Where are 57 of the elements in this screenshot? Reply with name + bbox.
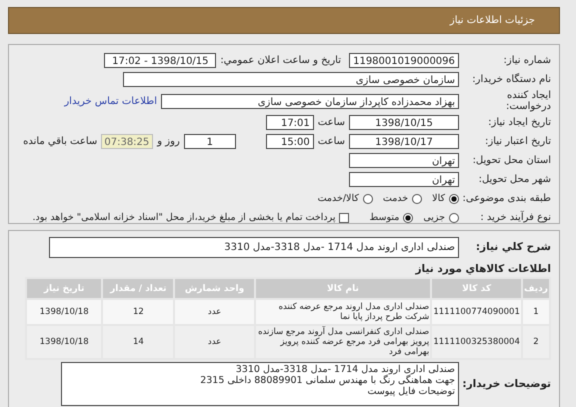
table-cell: 1111100774090001 (432, 300, 522, 324)
field-label: روز و (157, 136, 180, 147)
radio-button[interactable] (449, 194, 459, 204)
created-date-field: 1398/10/15 (349, 115, 459, 130)
field-label: شماره نیاز: (502, 55, 551, 66)
announce-date-field: 1398/10/15 - 17:02 (104, 53, 216, 68)
table-cell: عدد (175, 326, 254, 358)
radio-label: کالا (432, 193, 445, 204)
table-cell: 12 (103, 300, 174, 324)
field-label: نام دستگاه خريدار: (471, 74, 551, 85)
city-field: تهران (349, 172, 459, 187)
valid-date-field: 1398/10/17 (349, 134, 459, 149)
field-label: شرح کلي نياز: (474, 241, 551, 253)
radio-label: خدمت (382, 193, 408, 204)
field-label: تاريخ و ساعت اعلان عمومي: (220, 55, 341, 66)
remaining-time-field: 07:38:25 (101, 134, 154, 149)
table-cell: 14 (103, 326, 174, 358)
field-label: ساعت باقي مانده (23, 136, 98, 147)
field-label: تاريخ ايجاد نياز: (487, 117, 551, 128)
need-number-field: 1198001019000096 (349, 53, 459, 68)
field-label: نوع فرآیند خرید : (479, 212, 551, 223)
radio-button[interactable] (362, 194, 373, 204)
page-title: جزئیات اطلاعات نیاز (450, 15, 535, 26)
table-cell: عدد (175, 300, 254, 324)
created-time-field: 17:01 (266, 115, 314, 130)
province-field: تهران (349, 153, 459, 168)
radio-label: متوسط (369, 212, 400, 223)
requester-field: بهزاد محمدزاده کاپرداز سازمان خصوصی سازی (161, 94, 459, 108)
radio-label: کالا/خدمت (318, 193, 359, 204)
field-label: تاريخ اعتبار نياز: (484, 136, 551, 147)
table-cell: 2 (523, 326, 549, 358)
radio-button[interactable] (403, 212, 414, 222)
table-cell: 1111100325380004 (432, 326, 522, 358)
section-title: اطلاعات کالاهاي مورد نياز (414, 263, 551, 275)
days-field: 1 (184, 134, 236, 149)
field-label: ساعت (318, 136, 345, 147)
buyer-contact-link[interactable]: اطلاعات تماس خریدار (64, 96, 157, 106)
field-label: شهر محل تحويل: (478, 174, 551, 185)
table-cell: 1398/10/18 (27, 300, 102, 324)
field-label: استان محل تحويل: (472, 155, 551, 166)
table-cell: صندلی اداری مدل اروند مرجع عرضه کننده شرکت طرح پرداز پایا نما (256, 300, 430, 324)
checkbox-label: پرداخت تمام يا بخشی از مبلغ خرید،از محل "اسناد خزانه اسلامی" خواهد بود. (32, 212, 336, 223)
table-cell: 1398/10/18 (27, 326, 102, 358)
radio-button[interactable] (412, 194, 422, 204)
table-cell: 1 (523, 300, 549, 324)
field-label: توضيحات خريدار: (463, 378, 551, 390)
field-label: ايجاد کننده درخواست: (505, 90, 551, 112)
radio-button[interactable] (449, 212, 459, 222)
checkbox[interactable] (339, 212, 350, 222)
table-cell: صندلی اداری کنفرانسی مدل آروند مرجع سازنده پرویز بهرامی فرد مرجع عرضه کننده پرویز بهرامی فرد (256, 326, 430, 358)
buyer-org-field: سازمان خصوصی سازی (123, 72, 459, 87)
field-label: ساعت (318, 117, 345, 128)
field-label: طبقه بندی موضوعی: (463, 193, 551, 204)
valid-time-field: 15:00 (266, 134, 314, 149)
buyer-notes-field: صندلی اداری اروند مدل 1714 -مدل 3318-مدل 3310 جهت هماهنگی رنگ با مهندس سلمانی 88089901 داخلی 2315 توضیحات فایل پیوست (61, 362, 459, 406)
radio-label: جزیی (423, 212, 445, 223)
summary-field: صندلی اداری اروند مدل 1714 -مدل 3318-مدل 3310 (49, 236, 459, 258)
